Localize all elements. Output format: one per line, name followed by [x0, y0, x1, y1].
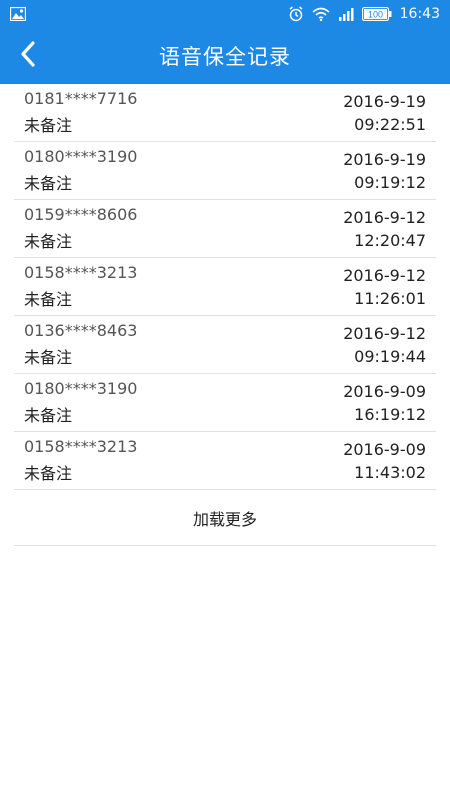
record-remark: 未备注: [24, 174, 73, 193]
record-remark: 未备注: [24, 464, 73, 483]
record-phone: 0180****3190: [24, 379, 138, 398]
record-date: 2016-9-12: [343, 207, 426, 227]
record-date: 2016-9-09: [343, 439, 426, 459]
battery-icon: 100: [361, 7, 392, 21]
record-time: 11:26:01: [354, 288, 426, 308]
record-time: 09:19:12: [354, 172, 426, 192]
record-time: 12:20:47: [354, 230, 426, 250]
record-row[interactable]: 0159****8606 未备注 2016-9-12 12:20:47: [14, 200, 436, 258]
record-time: 11:43:02: [354, 462, 426, 482]
record-row[interactable]: 0158****3213 未备注 2016-9-09 11:43:02: [14, 432, 436, 490]
record-phone: 0158****3213: [24, 437, 138, 456]
record-remark: 未备注: [24, 116, 73, 135]
record-row[interactable]: 0180****3190 未备注 2016-9-09 16:19:12: [14, 374, 436, 432]
record-list: 0181****7716 未备注 2016-9-19 09:22:51 0180…: [14, 84, 436, 546]
status-bar: 100 16:43: [0, 0, 450, 28]
record-remark: 未备注: [24, 290, 73, 309]
record-phone: 0136****8463: [24, 321, 138, 340]
alarm-icon: [288, 6, 304, 22]
record-phone: 0180****3190: [24, 147, 138, 166]
record-phone: 0159****8606: [24, 205, 138, 224]
status-time: 16:43: [399, 6, 440, 22]
record-date: 2016-9-19: [343, 149, 426, 169]
record-time: 09:19:44: [354, 346, 426, 366]
record-time: 16:19:12: [354, 404, 426, 424]
record-remark: 未备注: [24, 406, 73, 425]
image-icon: [10, 7, 26, 21]
signal-icon: [338, 7, 354, 21]
record-row[interactable]: 0181****7716 未备注 2016-9-19 09:22:51: [14, 84, 436, 142]
record-row[interactable]: 0136****8463 未备注 2016-9-12 09:19:44: [14, 316, 436, 374]
status-left: [10, 7, 26, 21]
record-row[interactable]: 0158****3213 未备注 2016-9-12 11:26:01: [14, 258, 436, 316]
record-remark: 未备注: [24, 348, 73, 367]
record-date: 2016-9-19: [343, 91, 426, 111]
wifi-icon: [312, 7, 330, 21]
record-date: 2016-9-09: [343, 381, 426, 401]
record-phone: 0181****7716: [24, 89, 138, 108]
record-time: 09:22:51: [354, 114, 426, 134]
app-bar: 语音保全记录: [0, 28, 450, 84]
battery-percent: 100: [368, 10, 383, 20]
load-more-button[interactable]: 加载更多: [14, 490, 436, 546]
back-button[interactable]: [8, 36, 48, 76]
page-title: 语音保全记录: [159, 45, 291, 69]
record-remark: 未备注: [24, 232, 73, 251]
record-date: 2016-9-12: [343, 323, 426, 343]
status-right: 100 16:43: [288, 6, 440, 22]
record-date: 2016-9-12: [343, 265, 426, 285]
record-phone: 0158****3213: [24, 263, 138, 282]
chevron-left-icon: [20, 41, 36, 71]
record-row[interactable]: 0180****3190 未备注 2016-9-19 09:19:12: [14, 142, 436, 200]
